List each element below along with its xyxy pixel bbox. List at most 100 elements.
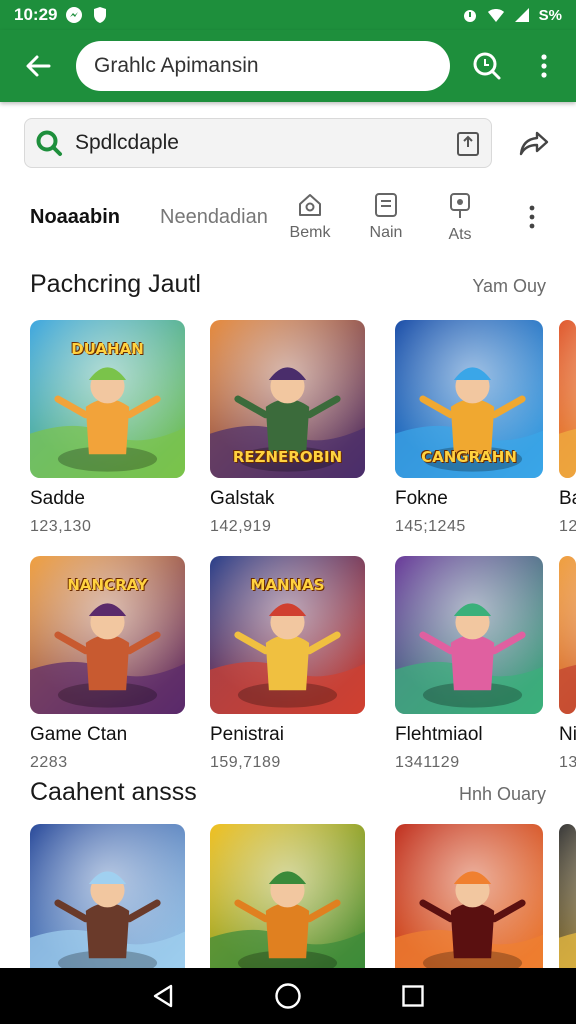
section-3-header: Caahent ansss Hnh Ouary [30,778,546,807]
clipboard-icon[interactable] [455,129,481,157]
game-card[interactable]: CANGRAHN Fokne 145;1245 [395,320,545,536]
game-count: 1341129 [395,754,460,771]
game-card[interactable]: DUAHAN Sadde 123,130 [30,320,185,536]
signal-icon [513,6,531,24]
game-card[interactable]: Flehtmiaol 1341129 [395,556,545,772]
tab-more-button[interactable] [520,202,544,232]
game-thumbnail: DUAHAN [30,320,185,478]
game-card[interactable]: REZNEROBIN Galstak 142,919 [210,320,365,536]
game-thumbnail: NANCRAY [30,556,185,714]
search-button[interactable] [450,30,524,102]
share-arrow-icon [519,131,549,156]
game-count: 2283 [30,754,68,771]
search-icon [36,130,62,156]
game-art [559,320,576,478]
tab-document-label: Nain [369,224,403,241]
game-art-title: REZNEROBIN [232,448,343,466]
more-options-button[interactable] [524,30,564,102]
section-3-title: Caahent ansss [30,778,197,806]
game-count: 13 [559,754,576,771]
back-arrow-icon [26,55,51,77]
shield-icon [91,6,109,24]
game-art-title: DUAHAN [71,340,144,358]
share-button[interactable] [492,118,576,168]
game-count: 123,130 [30,518,92,535]
game-thumbnail [395,824,543,982]
app-search-field[interactable]: Grahlc Apimansin [76,41,450,91]
section-1-title: Pachcring Jautl [30,270,201,298]
game-name: Ba [559,488,576,509]
game-name: Penistrai [210,724,284,745]
home-icon [299,194,321,216]
game-thumbnail [30,824,185,982]
nav-back-icon [153,984,172,1008]
game-card[interactable] [210,824,365,982]
game-thumbnail: REZNEROBIN [210,320,365,478]
game-card[interactable]: MANNAS Penistrai 159,7189 [210,556,365,772]
more-vert-icon [541,54,547,78]
tab-pin-label: Ats [448,226,472,243]
game-thumbnail [559,320,576,478]
messenger-icon [65,6,83,24]
game-name: Ni [559,724,576,745]
game-name: Fokne [395,488,448,509]
wifi-icon [487,6,505,24]
game-name: Game Ctan [30,724,128,745]
search-input[interactable]: Spdlcdaple [24,118,492,168]
alarm-icon [461,6,479,24]
battery-text: S% [538,6,562,24]
game-thumbnail [559,556,576,714]
game-art [395,824,543,982]
game-name: Sadde [30,488,85,509]
game-card[interactable]: NANCRAY Game Ctan 2283 [30,556,185,772]
status-time: 10:29 [14,5,58,24]
game-art-title: CANGRAHN [421,448,517,466]
pin-icon [450,193,470,218]
game-card[interactable]: Ni 13 [559,556,576,772]
game-art-title: MANNAS [250,576,325,594]
game-art [559,824,576,982]
search-row: Spdlcdaple [24,117,576,169]
game-count: 145;1245 [395,518,466,535]
game-count: 12 [559,518,576,535]
tab-document[interactable]: Nain [358,192,414,242]
tab-inactive[interactable]: Neendadian [160,206,268,229]
game-art [210,824,365,982]
tab-active[interactable]: Noaaabin [30,206,120,229]
back-button[interactable] [0,30,76,102]
tab-home[interactable]: Bemk [282,192,338,242]
game-card[interactable]: Ba 12 [559,320,576,536]
game-thumbnail: CANGRAHN [395,320,543,478]
tab-bar: Noaaabin Neendadian Bemk Nain Ats [0,186,576,252]
document-icon [375,193,397,217]
section-1-header: Pachcring Jautl Yam Ouy [30,270,546,299]
game-art-title: NANCRAY [67,576,148,594]
system-nav-bar [0,968,576,1024]
game-count: 142,919 [210,518,272,535]
game-thumbnail [210,824,365,982]
nav-back-button[interactable] [143,976,183,1016]
app-search-text: Grahlc Apimansin [94,54,259,77]
nav-home-button[interactable] [268,976,308,1016]
game-thumbnail [559,824,576,982]
game-card[interactable] [395,824,545,982]
game-name: Flehtmiaol [395,724,483,745]
search-text: Spdlcdaple [75,131,179,154]
nav-home-icon [275,983,301,1009]
search-icon [473,52,501,80]
section-1-see-more[interactable]: Yam Ouy [472,276,546,297]
tab-home-label: Bemk [289,224,331,241]
game-card[interactable] [30,824,185,982]
game-art [30,824,185,982]
tab-pin[interactable]: Ats [432,192,488,244]
section-3-see-more[interactable]: Hnh Ouary [459,784,546,805]
game-thumbnail: MANNAS [210,556,365,714]
more-vert-icon [529,205,535,229]
app-bar: Grahlc Apimansin [0,30,576,102]
nav-recents-button[interactable] [393,976,433,1016]
game-art [395,556,543,714]
game-name: Galstak [210,488,275,509]
game-thumbnail [395,556,543,714]
game-card[interactable] [559,824,576,982]
game-count: 159,7189 [210,754,281,771]
